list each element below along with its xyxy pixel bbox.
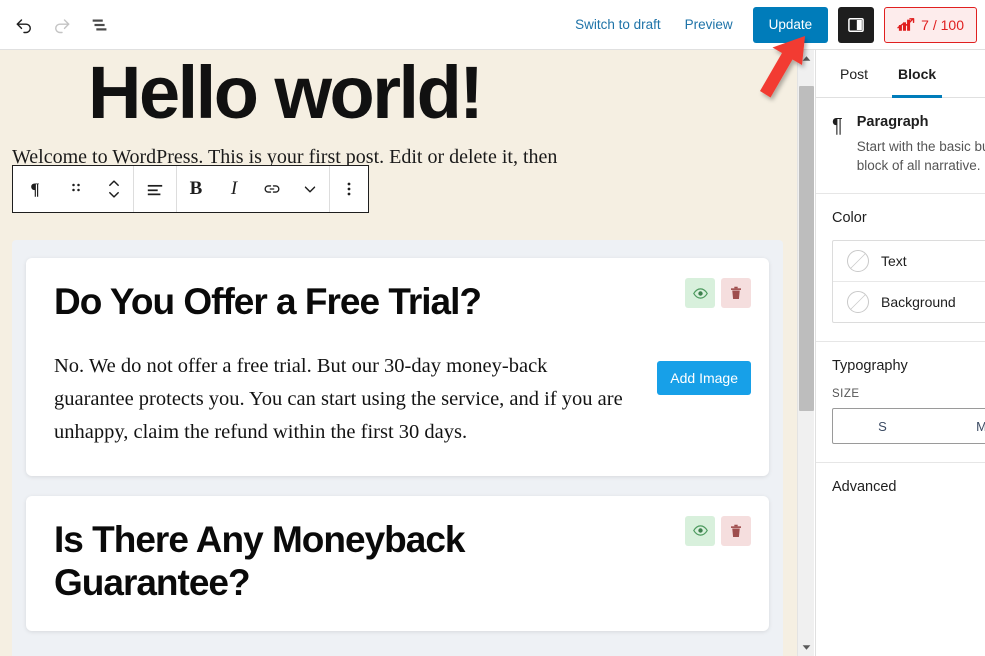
color-label-text: Text xyxy=(881,253,907,270)
font-size-medium-button[interactable]: M xyxy=(932,409,985,443)
color-swatch-empty-icon xyxy=(847,291,869,314)
scroll-up-arrow-icon xyxy=(802,56,811,61)
scrollbar-thumb[interactable] xyxy=(799,86,814,411)
color-swatch-empty-icon xyxy=(847,250,869,273)
chevron-down-icon xyxy=(304,186,316,193)
block-type-button[interactable]: ¶ xyxy=(13,166,57,212)
italic-label: I xyxy=(230,178,238,199)
tab-post[interactable]: Post xyxy=(830,50,878,97)
more-options-vertical-icon xyxy=(347,182,351,196)
faq-visibility-button[interactable] xyxy=(685,515,715,546)
sidebar-color-section: Color Text Background xyxy=(816,194,985,343)
trash-delete-icon xyxy=(731,287,741,300)
faq-delete-button[interactable] xyxy=(721,515,751,546)
link-icon xyxy=(264,185,280,193)
faq-card-actions xyxy=(685,278,751,309)
color-row-background[interactable]: Background xyxy=(833,281,985,322)
wordpress-block-editor: Switch to draft Preview Update 7 / 100 H… xyxy=(0,0,985,656)
color-options-box: Text Background xyxy=(832,240,985,324)
add-image-button[interactable]: Add Image xyxy=(657,361,751,396)
editor-canvas[interactable]: Hello world! Welcome to WordPress. This … xyxy=(0,50,810,656)
sidebar-tab-list: Post Block xyxy=(816,50,985,98)
post-title-block[interactable]: Hello world! xyxy=(0,50,795,129)
undo-button[interactable] xyxy=(6,7,42,43)
sidebar-toggle-icon xyxy=(848,17,865,32)
faq-card-actions xyxy=(685,515,751,546)
seo-score-badge[interactable]: 7 / 100 xyxy=(884,6,977,43)
bold-button[interactable]: B xyxy=(177,166,215,212)
svg-text:¶: ¶ xyxy=(30,179,39,198)
preview-button[interactable]: Preview xyxy=(673,11,745,38)
top-bar-left-tools xyxy=(0,7,118,43)
settings-sidebar: Post Block ¶ Paragraph Start with the ba… xyxy=(815,50,985,656)
color-row-text[interactable]: Text xyxy=(833,241,985,281)
italic-button[interactable]: I xyxy=(215,166,253,212)
color-section-title: Color xyxy=(832,210,867,227)
faq-visibility-button[interactable] xyxy=(685,278,715,309)
scroll-down-arrow-icon xyxy=(802,645,811,650)
editor-top-bar: Switch to draft Preview Update 7 / 100 xyxy=(0,0,985,50)
eye-visibility-icon xyxy=(692,288,708,299)
faq-question[interactable]: Do You Offer a Free Trial? xyxy=(54,280,745,324)
faq-card[interactable]: Do You Offer a Free Trial? No. We do not… xyxy=(26,258,769,476)
eye-visibility-icon xyxy=(692,525,708,536)
move-up-down-icon xyxy=(109,180,119,198)
link-button[interactable] xyxy=(253,166,291,212)
block-drag-handle[interactable] xyxy=(57,166,95,212)
font-size-small-button[interactable]: S xyxy=(833,409,932,443)
block-options-button[interactable] xyxy=(330,166,368,212)
redo-arrow-icon xyxy=(55,18,70,33)
typography-section-title: Typography xyxy=(832,358,908,375)
bold-label: B xyxy=(189,178,203,199)
trash-delete-icon xyxy=(731,524,741,537)
top-bar-right-tools: Switch to draft Preview Update 7 / 100 xyxy=(563,6,985,43)
switch-to-draft-button[interactable]: Switch to draft xyxy=(563,11,673,38)
block-floating-toolbar: ¶ B I xyxy=(12,165,369,213)
editor-canvas-content: Hello world! Welcome to WordPress. This … xyxy=(0,50,795,656)
faq-delete-button[interactable] xyxy=(721,278,751,309)
block-move-buttons[interactable] xyxy=(95,166,133,212)
sidebar-block-description: Start with the basic building block of a… xyxy=(856,139,985,174)
block-format-group: B I xyxy=(177,166,330,212)
block-type-group: ¶ xyxy=(13,166,134,212)
sidebar-typography-section: Typography SIZE S M xyxy=(816,342,985,464)
faq-block-section: Do You Offer a Free Trial? No. We do not… xyxy=(12,240,783,656)
block-options-group xyxy=(330,166,368,212)
sidebar-advanced-panel-toggle[interactable]: Advanced xyxy=(816,463,985,513)
font-size-button-group: S M xyxy=(832,408,985,445)
text-align-button[interactable] xyxy=(134,166,176,212)
faq-question[interactable]: Is There Any Moneyback Guarantee? xyxy=(54,518,745,605)
undo-arrow-icon xyxy=(16,18,31,33)
color-label-background: Background xyxy=(881,294,956,311)
redo-button[interactable] xyxy=(44,7,80,43)
tab-block[interactable]: Block xyxy=(888,50,946,98)
sidebar-block-text: Paragraph Start with the basic building … xyxy=(857,114,985,175)
paragraph-pilcrow-icon: ¶ xyxy=(832,115,843,137)
drag-handle-icon xyxy=(72,183,80,192)
update-button[interactable]: Update xyxy=(752,6,829,43)
block-align-group xyxy=(134,166,177,212)
seo-score-value: 7 / 100 xyxy=(921,16,964,33)
document-overview-icon xyxy=(92,19,107,30)
font-size-label: SIZE xyxy=(832,388,860,401)
canvas-vertical-scrollbar[interactable] xyxy=(797,50,814,656)
scrollbar-up-button[interactable] xyxy=(798,50,815,67)
seo-bar-chart-icon xyxy=(897,17,915,31)
sidebar-block-info: ¶ Paragraph Start with the basic buildin… xyxy=(816,98,985,195)
faq-card[interactable]: Is There Any Moneyback Guarantee? xyxy=(26,495,769,631)
faq-answer[interactable]: No. We do not offer a free trial. But ou… xyxy=(54,350,745,450)
sidebar-block-title: Paragraph xyxy=(856,114,929,130)
settings-sidebar-toggle-button[interactable] xyxy=(838,6,875,43)
document-overview-button[interactable] xyxy=(82,7,118,43)
paragraph-pilcrow-icon: ¶ xyxy=(30,179,39,198)
text-align-icon xyxy=(147,184,163,196)
more-formats-button[interactable] xyxy=(291,166,329,212)
scrollbar-down-button[interactable] xyxy=(798,639,815,656)
